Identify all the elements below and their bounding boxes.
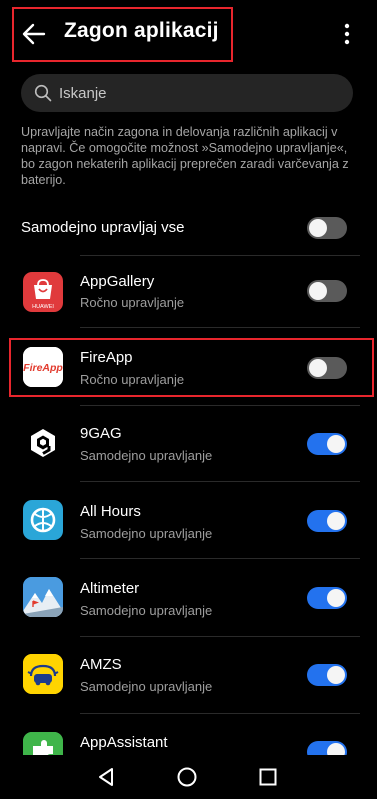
- toggle-knob: [309, 282, 327, 300]
- auto-manage-all-label: Samodejno upravljaj vse: [21, 219, 185, 236]
- search-icon: [34, 84, 52, 102]
- 9gag-toggle[interactable]: [307, 433, 347, 455]
- toggle-knob: [327, 589, 345, 607]
- appgallery-toggle[interactable]: [307, 280, 347, 302]
- navigation-bar: [0, 755, 377, 799]
- 9gag-icon: [23, 423, 63, 463]
- title-highlight-box: [12, 7, 233, 62]
- app-status: Samodejno upravljanje: [80, 526, 213, 541]
- nav-recents-icon[interactable]: [256, 765, 280, 789]
- app-name: AppGallery: [80, 273, 155, 290]
- app-row-all-hours[interactable]: All Hours Samodejno upravljanje: [0, 482, 377, 558]
- app-name: 9GAG: [80, 425, 122, 442]
- toggle-knob: [327, 512, 345, 530]
- toggle-knob: [327, 666, 345, 684]
- app-row-amzs[interactable]: AMZS Samodejno upravljanje: [0, 637, 377, 713]
- auto-manage-all-toggle[interactable]: [307, 217, 347, 239]
- description-text: Upravljajte način zagona in delovanja ra…: [21, 125, 349, 187]
- auto-manage-all-row[interactable]: Samodejno upravljaj vse: [0, 205, 377, 251]
- search-input[interactable]: [59, 74, 339, 112]
- nav-back-icon[interactable]: [94, 765, 118, 789]
- amzs-icon: [23, 654, 63, 694]
- app-name: Altimeter: [80, 580, 140, 597]
- altimeter-icon: [23, 577, 63, 617]
- altimeter-toggle[interactable]: [307, 587, 347, 609]
- all-hours-toggle[interactable]: [307, 510, 347, 532]
- toggle-knob: [327, 435, 345, 453]
- app-status: Samodejno upravljanje: [80, 448, 213, 463]
- nav-home-icon[interactable]: [175, 765, 199, 789]
- app-name: AppAssistant: [80, 734, 168, 751]
- all-hours-icon: [23, 500, 63, 540]
- app-status: Ročno upravljanje: [80, 295, 185, 310]
- appassistant-toggle[interactable]: [307, 741, 347, 755]
- app-row-appassistant[interactable]: AppAssistant: [0, 714, 377, 755]
- app-name: AMZS: [80, 656, 122, 673]
- app-status: Samodejno upravljanje: [80, 603, 213, 618]
- fireapp-highlight-box: [9, 338, 374, 397]
- toggle-knob: [327, 743, 345, 755]
- appassistant-icon: [23, 732, 63, 755]
- app-name: All Hours: [80, 503, 141, 520]
- huawei-wordmark: HUAWEI: [32, 304, 54, 310]
- more-options-icon[interactable]: [336, 20, 358, 48]
- appgallery-icon: HUAWEI: [23, 272, 63, 312]
- amzs-toggle[interactable]: [307, 664, 347, 686]
- toggle-knob: [309, 219, 327, 237]
- app-status: Samodejno upravljanje: [80, 679, 213, 694]
- search-bar[interactable]: [21, 74, 353, 112]
- app-row-9gag[interactable]: 9GAG Samodejno upravljanje: [0, 406, 377, 482]
- app-row-appgallery[interactable]: HUAWEI AppGallery Ročno upravljanje: [0, 256, 377, 332]
- app-row-altimeter[interactable]: Altimeter Samodejno upravljanje: [0, 559, 377, 635]
- divider: [80, 327, 360, 328]
